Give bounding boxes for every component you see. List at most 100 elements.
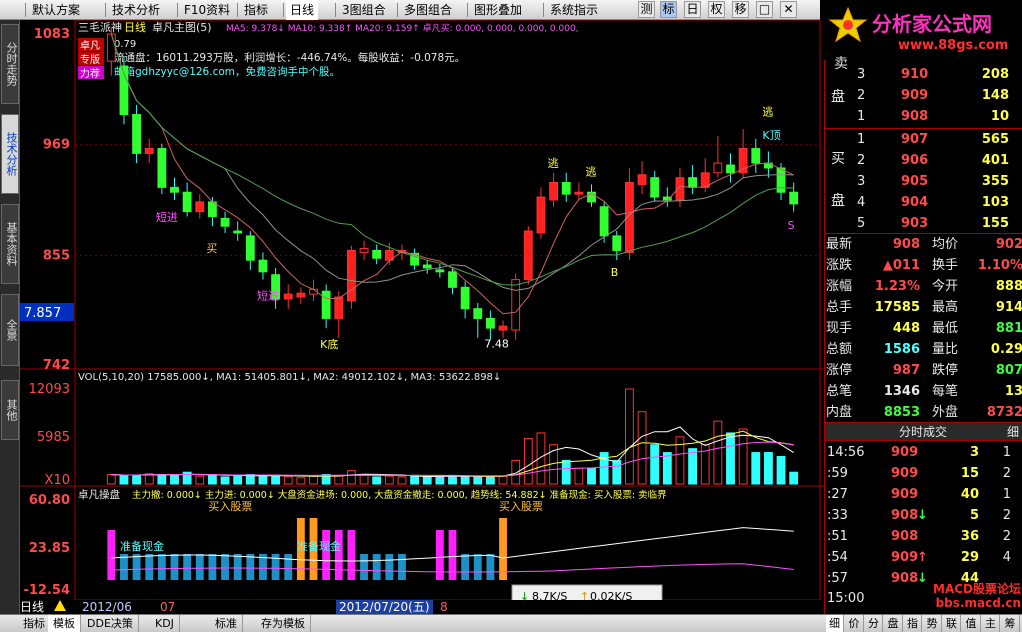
menu-item-2[interactable]: F10资料 xyxy=(180,0,234,20)
quote-key: 均价 xyxy=(932,237,959,252)
bottom-tab-3[interactable]: KDJ xyxy=(150,615,180,632)
indicator-bar xyxy=(360,554,368,580)
indicator-bar xyxy=(499,518,507,580)
menu-separator xyxy=(467,3,468,17)
volume-bar xyxy=(460,475,470,485)
order-price: 903 xyxy=(901,216,929,231)
chart-frame xyxy=(74,19,821,601)
right-panel-tab-9[interactable]: 筹 xyxy=(1002,615,1020,632)
toolbar-button-4[interactable]: 移 xyxy=(732,1,749,18)
date-label-1: 2012/06 xyxy=(82,600,132,614)
indicator-bar xyxy=(145,554,154,580)
toolbar-button-0[interactable]: 测 xyxy=(638,1,655,18)
right-panel-tab-7[interactable]: 值 xyxy=(963,615,981,632)
quote-value: ▲011 xyxy=(882,258,920,273)
candle-body xyxy=(675,177,685,201)
candle xyxy=(359,240,369,261)
toolbar-button-3[interactable]: 权 xyxy=(708,1,725,18)
bottom-tab-0[interactable]: 指标 xyxy=(18,615,51,632)
menu-item-0[interactable]: 默认方案 xyxy=(28,0,84,20)
buy-order-row: 3 905 355 xyxy=(825,171,1022,192)
candle xyxy=(435,264,445,278)
order-level: 3 xyxy=(857,174,866,189)
quote-row: 最新 908 均价 902 xyxy=(825,234,1022,255)
signal-short-in: 短进 xyxy=(156,210,178,224)
right-panel-tab-6[interactable]: 联 xyxy=(943,615,961,632)
order-level: 1 xyxy=(857,109,866,124)
volume-bar xyxy=(195,475,205,485)
bottom-tab-1[interactable]: 模板 xyxy=(48,615,81,632)
toolbar-button-5[interactable]: □ xyxy=(756,1,773,18)
low-price-label: 7.48 xyxy=(484,338,509,351)
candle-body xyxy=(726,164,735,174)
quote-value: 807 xyxy=(995,363,1022,378)
quote-row: 涨幅 1.23% 今开 888 xyxy=(825,276,1022,297)
left-tab-4[interactable]: 其他 xyxy=(1,380,19,440)
quote-key: 最高 xyxy=(932,300,959,315)
candle-body xyxy=(233,230,243,234)
tick-price: 909 xyxy=(891,445,919,460)
volume-tick-label: 5985 xyxy=(37,430,70,445)
indicator-bar xyxy=(322,530,331,580)
tick-count: 4 xyxy=(1002,550,1011,565)
volume-bar xyxy=(587,467,596,485)
indicator-bar xyxy=(385,554,394,580)
menu-item-6[interactable]: 多图组合 xyxy=(400,0,456,20)
bottom-tab-2[interactable]: DDE决策 xyxy=(82,615,139,632)
toolbar-button-6[interactable]: ✕ xyxy=(780,1,797,18)
indicator-pane-title: 卓凡操盘 xyxy=(78,488,120,501)
menu-item-7[interactable]: 图形叠加 xyxy=(470,0,526,20)
volume-bar xyxy=(485,476,495,485)
network-speed-box: ↓ 8.7K/S ↑ 0.02K/S xyxy=(511,584,663,608)
signal-s: S xyxy=(788,219,795,232)
tick-arrow-icon: ↑ xyxy=(917,550,928,565)
order-level: 1 xyxy=(857,132,866,147)
toolbar-button-2[interactable]: 日 xyxy=(684,1,701,18)
candle xyxy=(448,267,457,295)
stock-info-line: 流通盘：16011.293万股，利润增长：-446.74%。每股收益：-0.07… xyxy=(114,51,465,64)
order-volume: 208 xyxy=(981,67,1009,82)
left-tab-1[interactable]: 技术分析 xyxy=(1,114,19,194)
brand-name: 分析家公式网 xyxy=(872,12,992,36)
bottom-tab-5[interactable]: 存为模板 xyxy=(256,615,311,632)
right-panel-tab-5[interactable]: 势 xyxy=(924,615,942,632)
menu-item-4[interactable]: 日线 xyxy=(286,0,319,20)
tick-volume: 5 xyxy=(969,508,979,523)
buy-order-row: 2 906 401 xyxy=(825,150,1022,171)
left-tab-0[interactable]: 分时走势 xyxy=(1,24,19,104)
right-panel-tab-2[interactable]: 分 xyxy=(865,615,883,632)
volume-bar xyxy=(144,473,154,485)
volume-bar xyxy=(763,452,773,485)
right-panel-tab-0[interactable]: 细 xyxy=(826,615,844,632)
menu-item-3[interactable]: 指标 xyxy=(240,0,272,20)
toolbar-button-1[interactable]: 标 xyxy=(660,1,677,18)
quote-value: 8853 xyxy=(883,405,920,420)
candle xyxy=(309,279,318,301)
volume-bar xyxy=(435,476,445,485)
left-tab-2[interactable]: 基本资料 xyxy=(1,204,19,284)
volume-bar xyxy=(612,459,622,485)
candle-body xyxy=(422,264,432,269)
menu-item-1[interactable]: 技术分析 xyxy=(108,0,164,20)
right-panel-tab-3[interactable]: 盘 xyxy=(885,615,903,632)
menu-item-8[interactable]: 系统指示 xyxy=(546,0,602,20)
right-panel-tab-1[interactable]: 价 xyxy=(846,615,864,632)
signal-escape-3: 逃 xyxy=(762,105,773,118)
left-tab-3[interactable]: 全景 xyxy=(1,294,19,366)
order-volume: 155 xyxy=(981,216,1009,231)
tick-volume: 15 xyxy=(960,466,979,481)
menu-item-5[interactable]: 3图组合 xyxy=(338,0,390,20)
volume-bar xyxy=(561,459,571,485)
main-chart[interactable]: 1083 969 855 742 7.857 三毛派神 日线 卓凡主图(5) MA5: 9.37… xyxy=(20,19,824,608)
quote-key: 总额 xyxy=(826,342,853,357)
right-panel-tab-4[interactable]: 指 xyxy=(904,615,922,632)
volume-bar xyxy=(384,475,394,485)
candle xyxy=(713,135,723,178)
tick-time: :51 xyxy=(827,529,848,544)
menu-separator xyxy=(237,3,238,17)
ticks-detail-tab[interactable]: 细 xyxy=(1007,423,1019,442)
volume-bar xyxy=(574,467,584,485)
bottom-tab-4[interactable]: 标准 xyxy=(210,615,243,632)
right-panel-tab-8[interactable]: 主 xyxy=(982,615,1000,632)
current-price-label: 7.857 xyxy=(24,306,61,321)
